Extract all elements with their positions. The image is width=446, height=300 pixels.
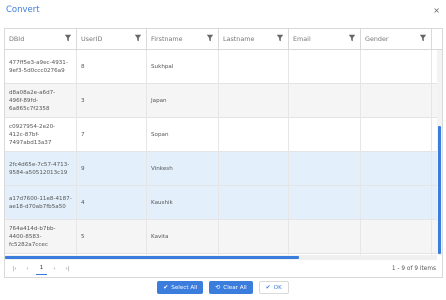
dialog-title: Convert — [6, 5, 40, 15]
page-number-1[interactable]: 1 — [36, 263, 47, 275]
column-header-label: Lastname — [223, 35, 255, 43]
cell-dbid: c0927954-2e20- 412c-87bf- 7497abd13a37 — [5, 118, 77, 151]
cell-email — [289, 50, 361, 83]
cell-email — [289, 152, 361, 185]
close-icon[interactable]: × — [433, 6, 440, 15]
filter-icon[interactable] — [419, 34, 427, 42]
select-all-button[interactable]: ✔ Select All — [157, 281, 204, 294]
cell-userid: 8 — [77, 50, 147, 83]
cell-gender — [361, 84, 432, 117]
pager-info: 1 - 9 of 9 items — [391, 265, 436, 272]
convert-dialog: Convert × DBId UserID Firstname Lastname Ema… — [0, 0, 446, 300]
column-header-label: DBId — [9, 35, 25, 43]
column-header-label: Email — [293, 35, 311, 43]
column-header-userid[interactable]: UserID — [77, 29, 147, 49]
cell-firstname: Sopan — [147, 118, 219, 151]
column-header-gender[interactable]: Gender — [361, 29, 432, 49]
vertical-scrollbar[interactable] — [437, 50, 442, 255]
grid-header: DBId UserID Firstname Lastname Email Gender — [5, 29, 442, 50]
cell-dbid: d8a08a2e-a6d7- 496f-89fd- 6a865c7f2358 — [5, 84, 77, 117]
cell-lastname — [219, 50, 289, 83]
cell-userid: 5 — [77, 220, 147, 253]
cell-dbid: 477ff5e3-a9ec-4931- 9ef3-5d0ccc0276a9 — [5, 50, 77, 83]
cell-lastname — [219, 84, 289, 117]
ok-button[interactable]: ✔ OK — [258, 281, 289, 294]
filter-icon[interactable] — [134, 34, 142, 42]
cell-lastname — [219, 186, 289, 219]
cell-lastname — [219, 118, 289, 151]
table-row[interactable]: c0927954-2e20- 412c-87bf- 7497abd13a37 7 S… — [5, 118, 437, 152]
cell-gender — [361, 152, 432, 185]
refresh-icon: ⟲ — [215, 284, 221, 291]
table-row[interactable]: a17d7600-11e8-4187- ae18-d70ab7fb5a50 4 Ka… — [5, 186, 437, 220]
cell-firstname: Vinkesh — [147, 152, 219, 185]
vertical-scroll-thumb[interactable] — [438, 126, 441, 254]
pager: |‹ ‹ 1 › ›| 1 - 9 of 9 items — [5, 260, 442, 277]
column-header-dbid[interactable]: DBId — [5, 29, 77, 49]
cell-dbid: a17d7600-11e8-4187- ae18-d70ab7fb5a50 — [5, 186, 77, 219]
column-header-lastname[interactable]: Lastname — [219, 29, 289, 49]
horizontal-scroll-thumb[interactable] — [5, 256, 299, 259]
table-row[interactable]: 2fc4d65e-7c57-4713- 9584-a50512013c19 9 Vi… — [5, 152, 437, 186]
dialog-titlebar: Convert × — [0, 0, 446, 20]
clear-all-label: Clear All — [223, 284, 247, 291]
table-row[interactable]: d8a08a2e-a6d7- 496f-89fd- 6a865c7f2358 3 J… — [5, 84, 437, 118]
cell-firstname: Sukhpal — [147, 50, 219, 83]
cell-lastname — [219, 152, 289, 185]
filter-icon[interactable] — [348, 34, 356, 42]
filter-icon[interactable] — [276, 34, 284, 42]
table-row[interactable]: 764a414d-b7bb- 4400-8583- fc5282a7ccec 5 K… — [5, 220, 437, 254]
column-header-label: Firstname — [151, 35, 183, 43]
cell-lastname — [219, 220, 289, 253]
cell-gender — [361, 50, 432, 83]
cell-userid: 4 — [77, 186, 147, 219]
filter-icon[interactable] — [206, 34, 214, 42]
column-header-label: UserID — [81, 35, 103, 43]
cell-userid: 3 — [77, 84, 147, 117]
filter-icon[interactable] — [64, 34, 72, 42]
grid-body[interactable]: 477ff5e3-a9ec-4931- 9ef3-5d0ccc0276a9 8 Su… — [5, 50, 437, 255]
last-page-icon[interactable]: ›| — [62, 263, 73, 274]
clear-all-button[interactable]: ⟲ Clear All — [209, 281, 253, 294]
cell-firstname: Kaushik — [147, 186, 219, 219]
next-page-icon[interactable]: › — [49, 263, 60, 274]
dialog-footer: ✔ Select All ⟲ Clear All ✔ OK — [0, 281, 446, 296]
cell-firstname: Japan — [147, 84, 219, 117]
cell-gender — [361, 220, 432, 253]
cell-userid: 9 — [77, 152, 147, 185]
cell-dbid: 764a414d-b7bb- 4400-8583- fc5282a7ccec — [5, 220, 77, 253]
cell-dbid: 2fc4d65e-7c57-4713- 9584-a50512013c19 — [5, 152, 77, 185]
cell-gender — [361, 186, 432, 219]
column-header-email[interactable]: Email — [289, 29, 361, 49]
ok-label: OK — [273, 284, 282, 291]
cell-email — [289, 118, 361, 151]
first-page-icon[interactable]: |‹ — [9, 263, 20, 274]
data-grid: DBId UserID Firstname Lastname Email Gender 4… — [4, 28, 443, 278]
cell-email — [289, 220, 361, 253]
check-icon: ✔ — [265, 284, 271, 291]
prev-page-icon[interactable]: ‹ — [22, 263, 33, 274]
cell-firstname: Kavita — [147, 220, 219, 253]
cell-email — [289, 84, 361, 117]
column-header-label: Gender — [365, 35, 389, 43]
cell-email — [289, 186, 361, 219]
cell-gender — [361, 118, 432, 151]
cell-userid: 7 — [77, 118, 147, 151]
select-all-label: Select All — [171, 284, 198, 291]
column-header-firstname[interactable]: Firstname — [147, 29, 219, 49]
check-icon: ✔ — [163, 284, 169, 291]
table-row[interactable]: 477ff5e3-a9ec-4931- 9ef3-5d0ccc0276a9 8 Su… — [5, 50, 437, 84]
